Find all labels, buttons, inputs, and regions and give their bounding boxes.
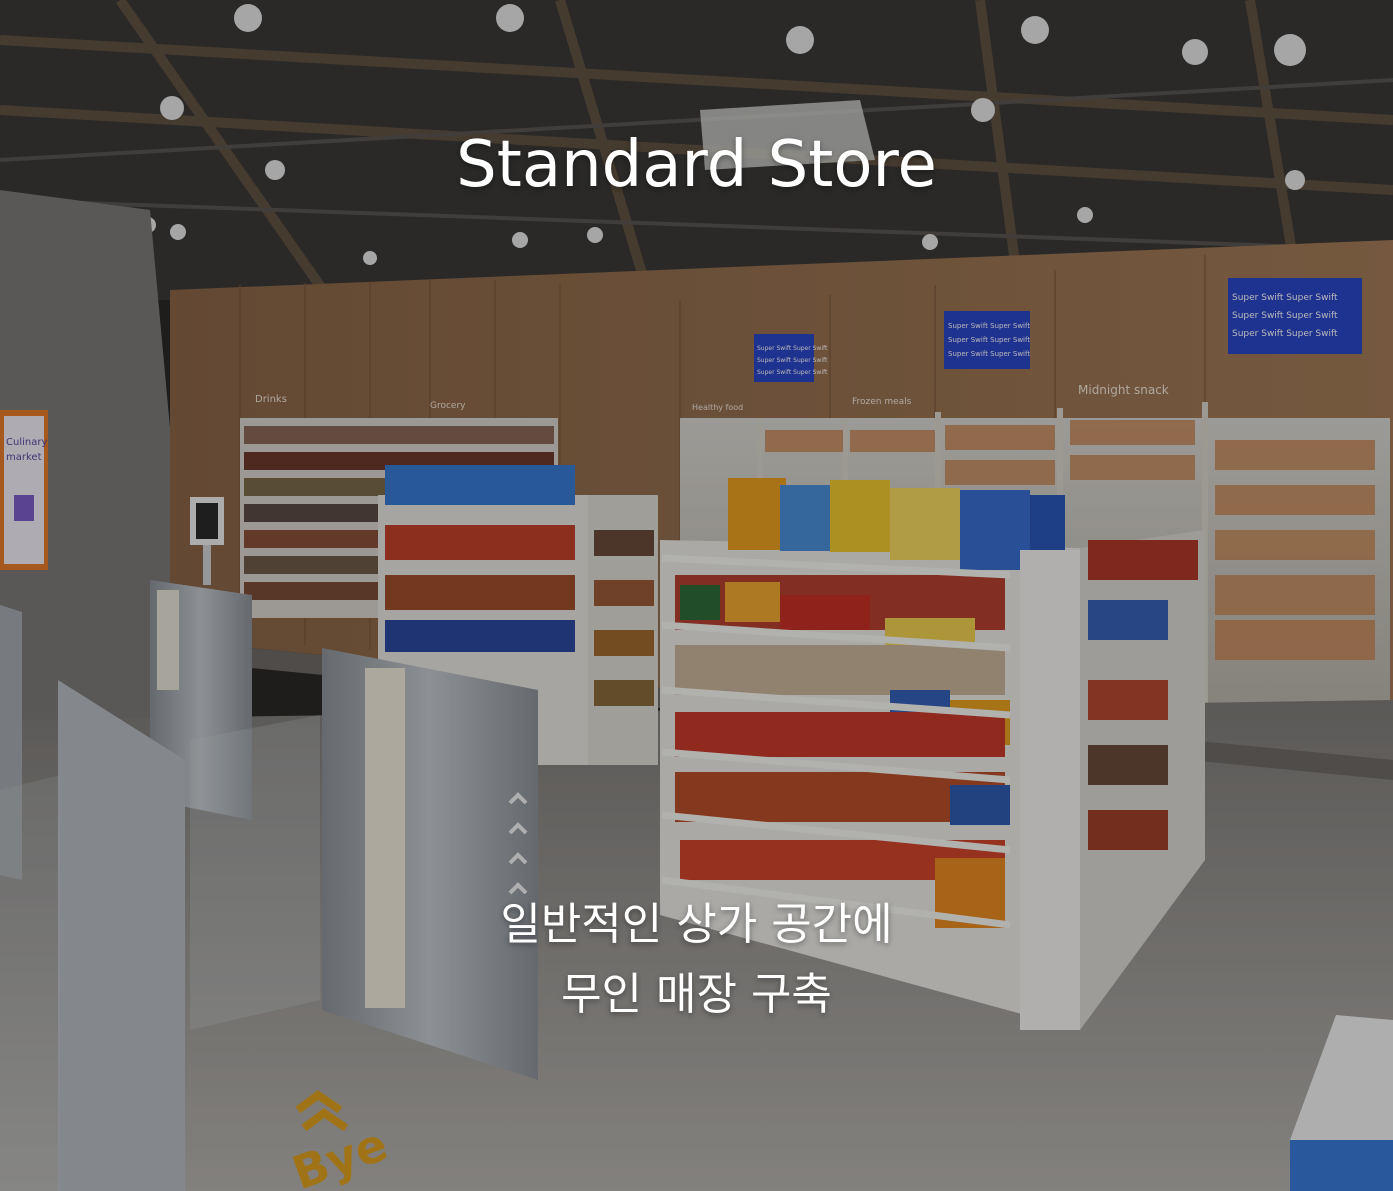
subtitle-line-2: 무인 매장 구축 — [561, 969, 832, 1020]
svg-text:Super Swift Super Swift: Super Swift Super Swift — [757, 369, 828, 376]
svg-text:Super Swift Super Swift: Super Swift Super Swift — [757, 357, 828, 364]
svg-text:Super Swift Super Swift: Super Swift Super Swift — [757, 345, 828, 352]
sign-drinks: Drinks — [255, 394, 287, 405]
sign-midnight-snack: Midnight snack — [1078, 383, 1169, 397]
screen-middle: Super Swift Super Swift Super Swift Supe… — [944, 311, 1030, 369]
sign-healthy-food: Healthy food — [692, 403, 743, 412]
hero-banner: Culinary market Drinks Grocery Healthy f… — [0, 0, 1393, 1191]
svg-text:Super Swift Super Swift: Super Swift Super Swift — [948, 336, 1030, 344]
svg-text:Culinary: Culinary — [6, 437, 47, 448]
hero-subtitle: 일반적인 상가 공간에 무인 매장 구축 — [0, 890, 1393, 1030]
screen-right: Super Swift Super Swift Super Swift Supe… — [1228, 278, 1362, 354]
svg-text:Super Swift Super Swift: Super Swift Super Swift — [1232, 329, 1338, 339]
svg-text:Super Swift Super Swift: Super Swift Super Swift — [1232, 311, 1338, 321]
sign-frozen-meals: Frozen meals — [852, 397, 912, 407]
svg-text:Super Swift Super Swift: Super Swift Super Swift — [948, 322, 1030, 330]
sign-grocery: Grocery — [430, 401, 466, 411]
page-title: Standard Store — [456, 128, 937, 202]
svg-text:Super Swift Super Swift: Super Swift Super Swift — [1232, 293, 1338, 303]
svg-text:market: market — [6, 452, 42, 463]
subtitle-line-1: 일반적인 상가 공간에 — [500, 899, 893, 950]
svg-text:Super Swift Super Swift: Super Swift Super Swift — [948, 350, 1030, 358]
